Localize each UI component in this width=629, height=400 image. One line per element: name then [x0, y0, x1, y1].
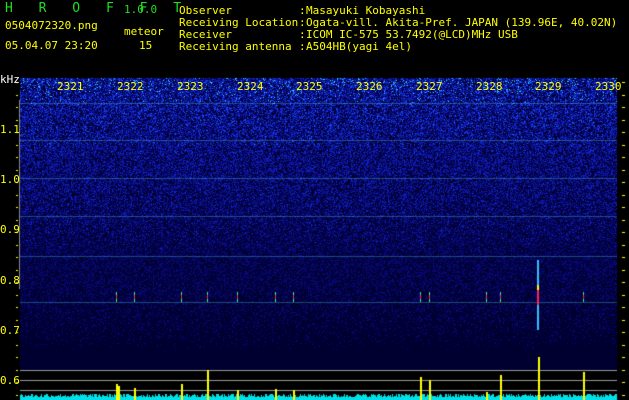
x-tick-label: 2324	[237, 80, 264, 93]
y-tick-label: 0.9	[0, 223, 20, 236]
x-tick-label: 2329	[535, 80, 562, 93]
y-axis-unit: kHz	[0, 73, 20, 86]
app-version: 1.0.0	[124, 3, 158, 16]
file-datetime: 05.04.07 23:20	[5, 39, 98, 52]
x-tick-label: 2330	[595, 80, 622, 93]
y-tick-label: 1.1	[0, 123, 20, 136]
y-tick-label: 1.0	[0, 173, 20, 186]
x-tick-label: 2323	[177, 80, 204, 93]
x-tick-label: 2327	[416, 80, 443, 93]
x-tick-label: 2322	[117, 80, 144, 93]
x-tick-label: 2326	[356, 80, 383, 93]
meteor-label: meteor	[124, 25, 164, 38]
y-tick-label: 0.6	[0, 374, 20, 387]
colon: :	[299, 40, 306, 53]
antenna-value: A504HB(yagi 4el)	[306, 40, 412, 53]
spectrogram	[0, 70, 629, 400]
hrofft-window: H R O F F T 1.0.0 0504072320.png 05.04.0…	[0, 0, 629, 400]
file-name: 0504072320.png	[5, 19, 98, 32]
meteor-count: 15	[139, 39, 153, 52]
antenna-label: Receiving antenna	[179, 40, 292, 53]
x-tick-label: 2321	[57, 80, 84, 93]
y-tick-label: 0.7	[0, 324, 20, 337]
x-tick-label: 2325	[296, 80, 323, 93]
x-tick-label: 2328	[476, 80, 503, 93]
app-title: H R O F F T	[5, 1, 191, 16]
y-tick-label: 0.8	[0, 274, 20, 287]
